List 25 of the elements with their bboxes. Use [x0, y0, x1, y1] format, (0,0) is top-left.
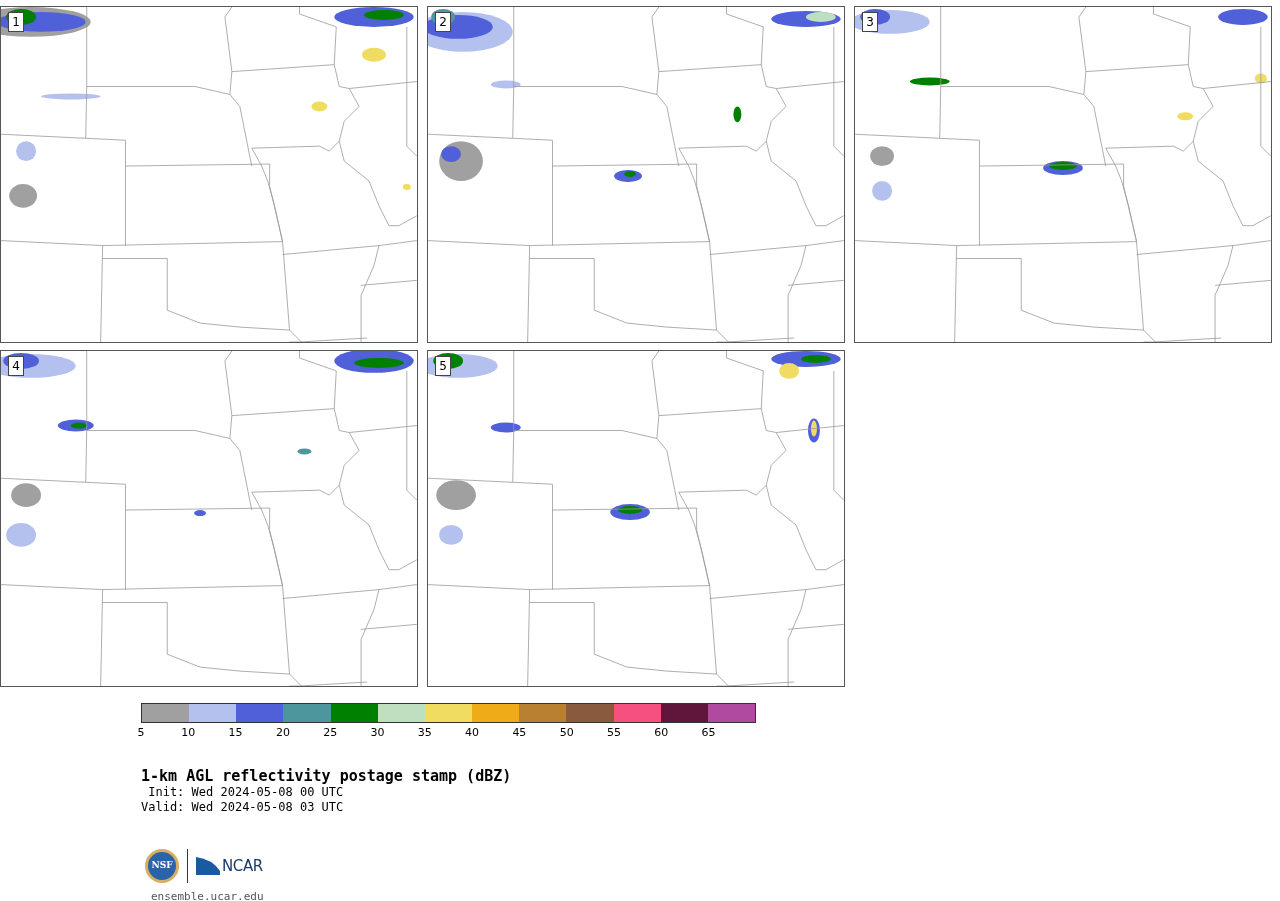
- tick-label: 10: [181, 727, 196, 738]
- tick-label: 50: [559, 727, 574, 738]
- panel-number: 2: [435, 12, 451, 32]
- site-url: ensemble.ucar.edu: [151, 889, 264, 901]
- init-time: Init: Wed 2024-05-08 00 UTC: [147, 785, 344, 800]
- chart-title: 1-km AGL reflectivity postage stamp (dBZ): [141, 767, 512, 785]
- globe-seal-logo: NSF: [145, 849, 179, 883]
- tick-label: 60: [654, 727, 669, 738]
- swoosh-icon: [196, 857, 220, 875]
- tick-label: 5: [137, 727, 145, 738]
- panel-number: 5: [435, 356, 451, 376]
- panel-number: 3: [862, 12, 878, 32]
- tick-label: 15: [228, 727, 243, 738]
- panel-number: 4: [8, 356, 24, 376]
- tick-label: 45: [512, 727, 527, 738]
- valid-time: Valid: Wed 2024-05-08 03 UTC: [141, 800, 344, 815]
- panel-number: 1: [8, 12, 24, 32]
- tick-label: 20: [275, 727, 290, 738]
- tick-label: 25: [323, 727, 338, 738]
- ncar-logo: NCAR: [196, 854, 263, 878]
- tick-label: 35: [417, 727, 432, 738]
- tick-label: 40: [465, 727, 480, 738]
- tick-label: 30: [370, 727, 385, 738]
- tick-label: 65: [701, 727, 716, 738]
- tick-label: 55: [606, 727, 621, 738]
